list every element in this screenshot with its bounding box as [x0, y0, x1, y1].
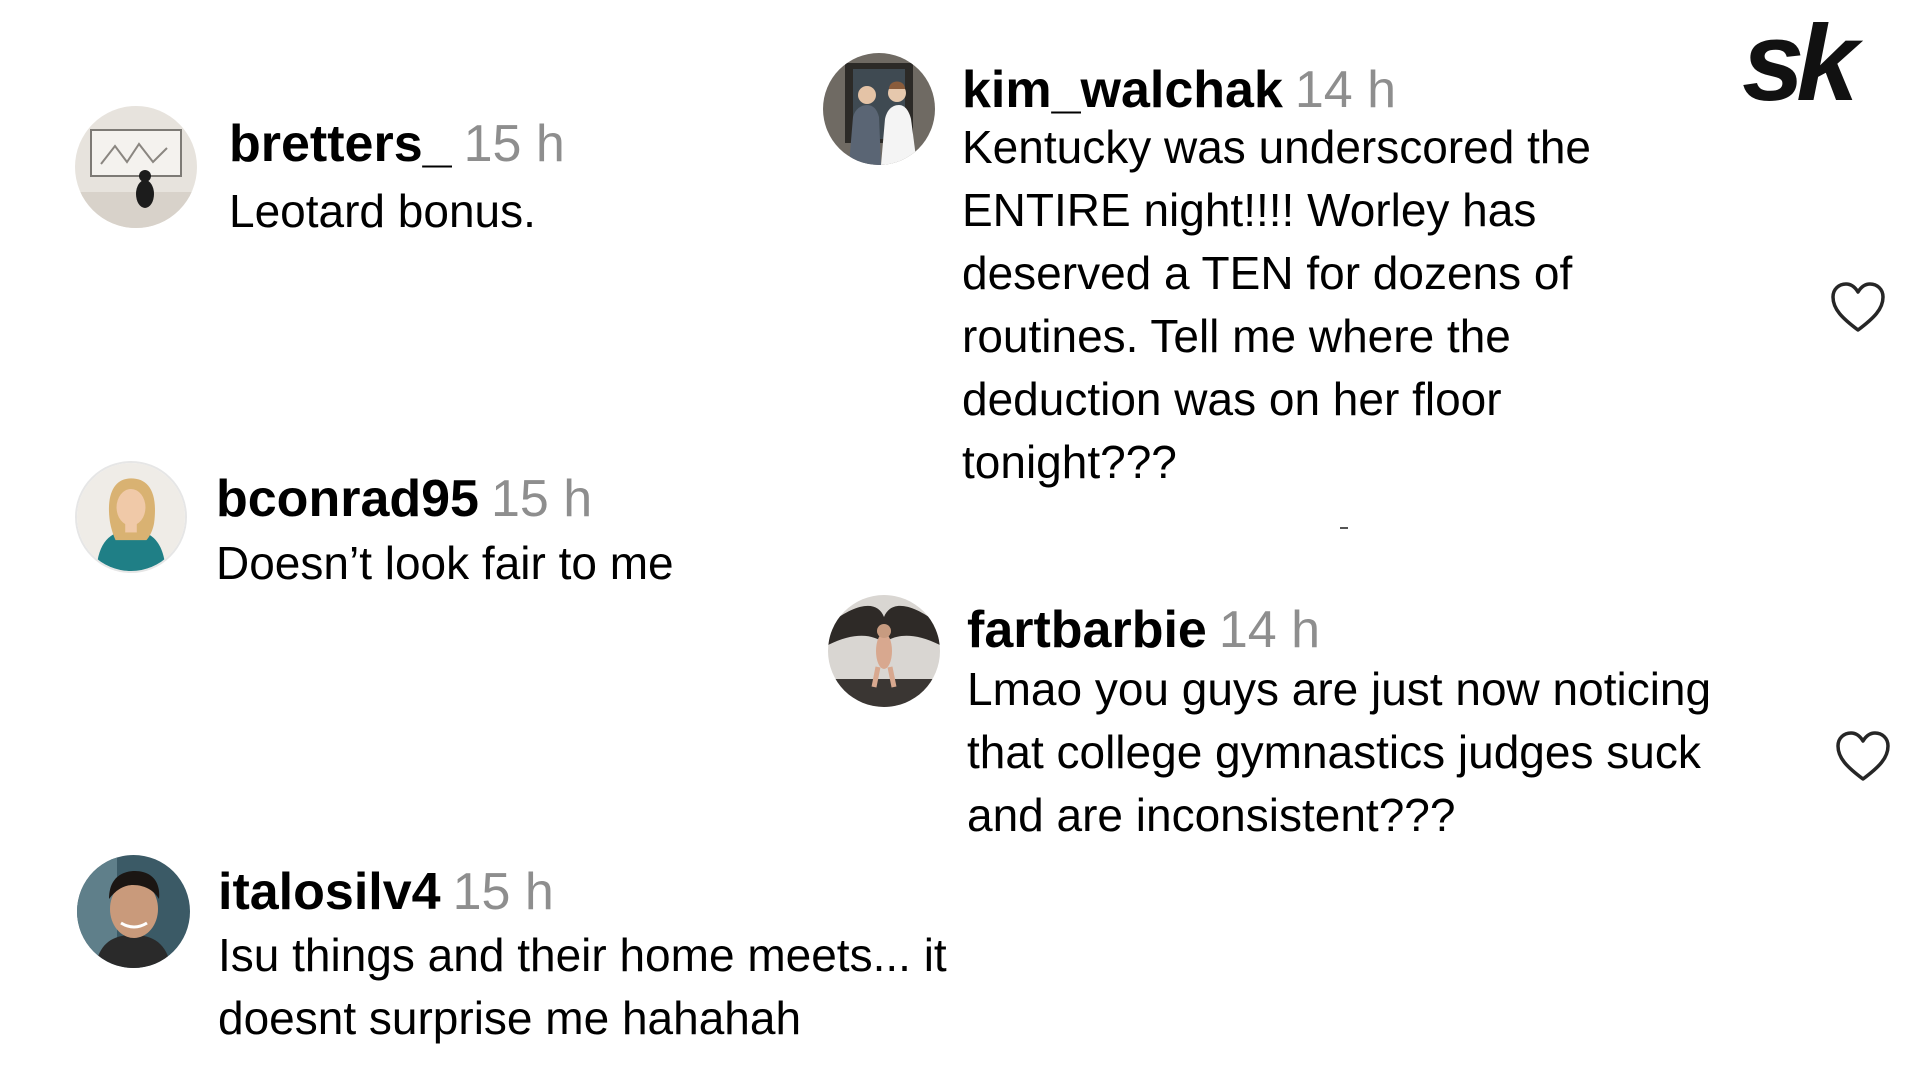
avatar[interactable] [823, 53, 935, 165]
comment-line: that college gymnastics judges suck [967, 726, 1701, 778]
avatar[interactable] [75, 461, 187, 573]
avatar[interactable] [75, 106, 197, 228]
comment-line: doesnt surprise me hahahah [218, 992, 802, 1044]
comment-line: routines. Tell me where the [962, 310, 1511, 362]
divider-mark [1340, 527, 1348, 529]
timestamp: 14 h [1294, 61, 1397, 119]
comment-line: ENTIRE night!!!! Worley has [962, 184, 1537, 236]
heart-outline-icon [1836, 731, 1890, 781]
comment-line: Leotard bonus. [229, 185, 536, 237]
timestamp: 14 h [1218, 601, 1321, 659]
comment-line: deduction was on her floor [962, 373, 1502, 425]
comment-text: Lmao you guys are just now noticing that… [967, 658, 1711, 847]
username[interactable]: bconrad95 [216, 470, 479, 528]
username[interactable]: fartbarbie [967, 601, 1207, 659]
comment-text: Leotard bonus. [229, 180, 536, 243]
timestamp: 15 h [452, 863, 554, 921]
comment-header: fartbarbie 14 h [967, 604, 1320, 656]
comment-text: Doesn’t look fair to me [216, 532, 674, 595]
timestamp: 15 h [463, 115, 565, 173]
heart-outline-icon [1831, 282, 1885, 332]
username[interactable]: italosilv4 [218, 863, 441, 921]
comment-line: deserved a TEN for dozens of [962, 247, 1573, 299]
comment-text: Isu things and their home meets... it do… [218, 924, 947, 1050]
comments-screenshot: sk bretters_ 15 h Leotard bonus. bconrad… [0, 0, 1920, 1080]
like-button[interactable] [1829, 280, 1887, 334]
username[interactable]: bretters_ [229, 115, 452, 173]
comment-header: italosilv4 15 h [218, 866, 554, 918]
comment-text: Kentucky was underscored the ENTIRE nigh… [962, 116, 1591, 494]
avatar[interactable] [77, 855, 190, 968]
comment-line: Isu things and their home meets... it [218, 929, 947, 981]
sportskeeda-logo: sk [1740, 0, 1908, 124]
logo-text: sk [1742, 22, 1863, 110]
comment-line: Lmao you guys are just now noticing [967, 663, 1712, 715]
comment-line: Kentucky was underscored the [962, 121, 1592, 173]
comment-line: tonight??? [962, 436, 1177, 488]
like-button[interactable] [1834, 729, 1892, 783]
comment-header: bretters_ 15 h [229, 118, 565, 170]
comment-line: Doesn’t look fair to me [216, 537, 674, 589]
comment-header: bconrad95 15 h [216, 473, 592, 525]
comment-header: kim_walchak 14 h [962, 64, 1396, 116]
avatar[interactable] [828, 595, 940, 707]
timestamp: 15 h [490, 470, 593, 528]
username[interactable]: kim_walchak [962, 61, 1283, 119]
comment-line: and are inconsistent??? [967, 789, 1456, 841]
